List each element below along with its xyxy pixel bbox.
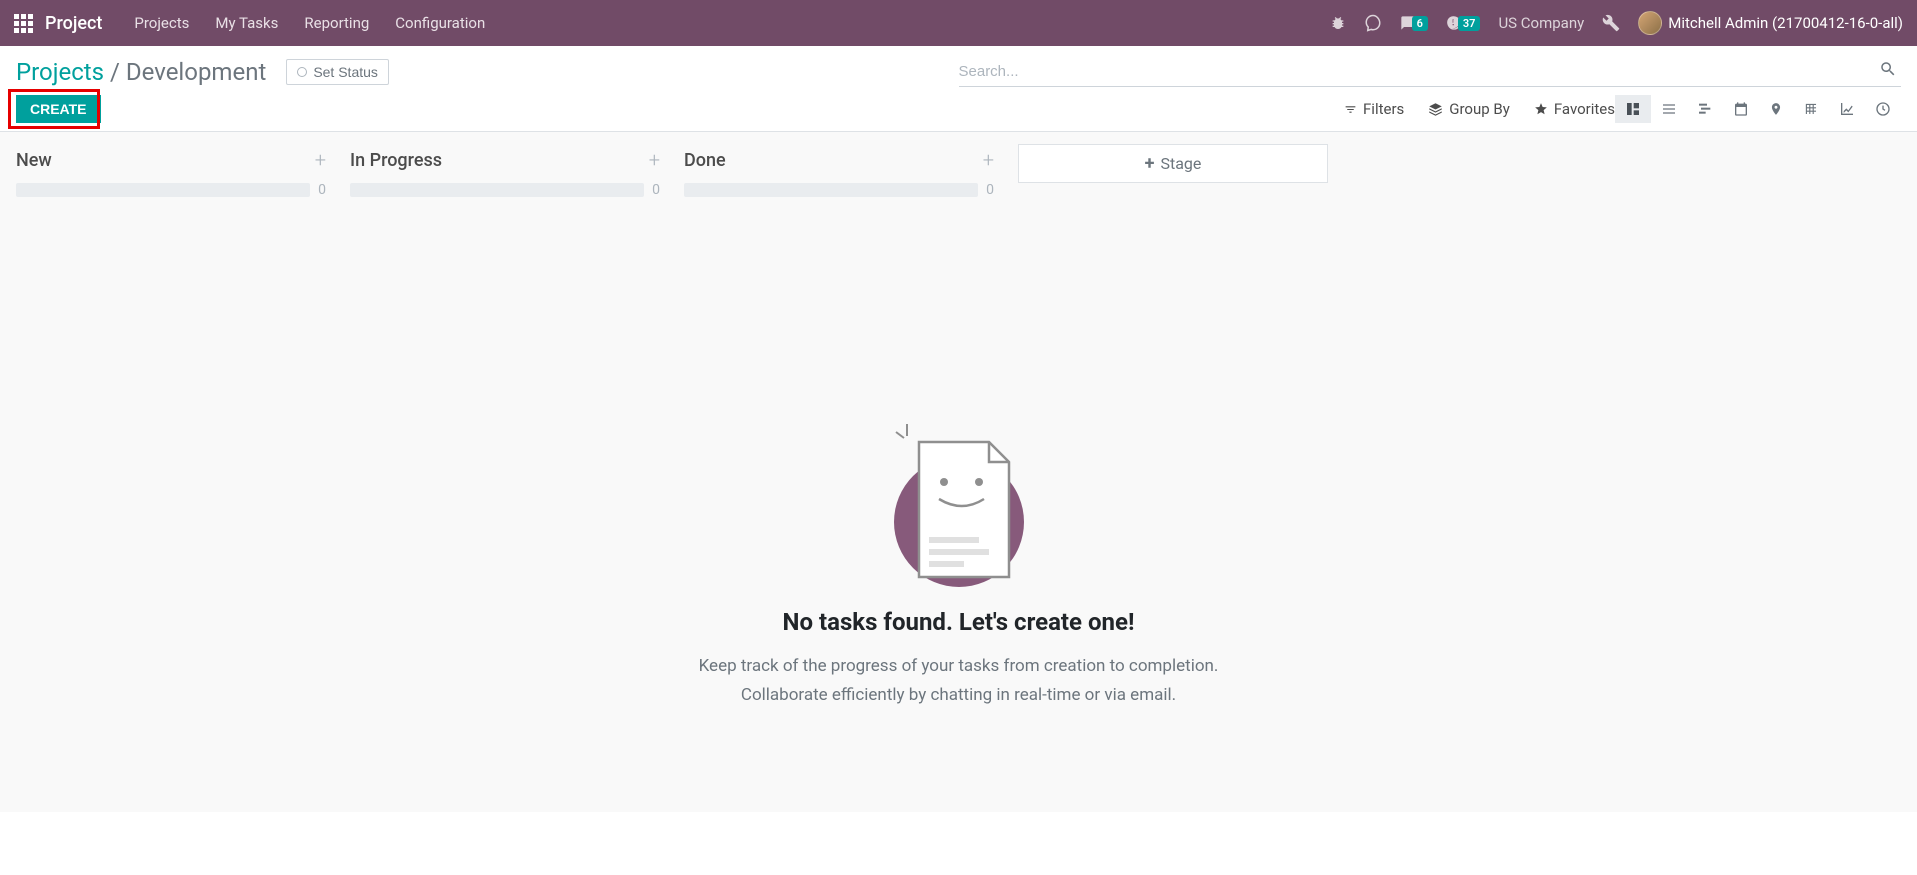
empty-description: Keep track of the progress of your tasks… bbox=[609, 652, 1309, 710]
view-calendar-icon[interactable] bbox=[1723, 95, 1759, 123]
control-panel: Projects / Development Set Status CREATE bbox=[0, 46, 1917, 132]
view-kanban-icon[interactable] bbox=[1615, 95, 1651, 123]
user-menu[interactable]: Mitchell Admin (21700412-16-0-all) bbox=[1638, 11, 1903, 35]
breadcrumb-current: Development bbox=[126, 58, 266, 86]
nav-menu: Projects My Tasks Reporting Configuratio… bbox=[134, 14, 485, 32]
empty-state: No tasks found. Let's create one! Keep t… bbox=[609, 422, 1309, 710]
search-bar bbox=[959, 56, 1902, 87]
company-selector[interactable]: US Company bbox=[1498, 14, 1584, 32]
messages-icon[interactable]: 6 bbox=[1400, 15, 1428, 31]
document-icon bbox=[914, 437, 1014, 582]
user-name: Mitchell Admin (21700412-16-0-all) bbox=[1668, 14, 1903, 32]
plus-icon: + bbox=[1145, 153, 1155, 174]
nav-my-tasks[interactable]: My Tasks bbox=[215, 14, 278, 32]
breadcrumb-projects[interactable]: Projects bbox=[16, 58, 104, 86]
top-navbar: Project Projects My Tasks Reporting Conf… bbox=[0, 0, 1917, 46]
debug-icon[interactable] bbox=[1330, 15, 1346, 31]
view-activity-icon[interactable] bbox=[1865, 95, 1901, 123]
create-button[interactable]: CREATE bbox=[16, 95, 101, 123]
breadcrumb: Projects / Development bbox=[16, 58, 266, 86]
column-count: 0 bbox=[652, 182, 660, 198]
column-add-icon[interactable]: + bbox=[649, 148, 660, 172]
kanban-column-in-progress: In Progress + 0 bbox=[350, 144, 660, 198]
view-gantt-icon[interactable] bbox=[1687, 95, 1723, 123]
app-name: Project bbox=[45, 13, 102, 34]
column-add-icon[interactable]: + bbox=[983, 148, 994, 172]
activities-badge: 37 bbox=[1458, 16, 1481, 31]
empty-illustration bbox=[874, 422, 1044, 592]
progress-bar bbox=[350, 183, 644, 197]
messages-badge: 6 bbox=[1412, 16, 1428, 31]
add-stage-button[interactable]: + Stage bbox=[1018, 144, 1328, 183]
empty-title: No tasks found. Let's create one! bbox=[609, 608, 1309, 636]
spark-icon bbox=[892, 422, 922, 452]
column-count: 0 bbox=[986, 182, 994, 198]
tools-icon[interactable] bbox=[1602, 14, 1620, 32]
nav-projects[interactable]: Projects bbox=[134, 14, 189, 32]
filters-button[interactable]: Filters bbox=[1344, 100, 1404, 118]
view-list-icon[interactable] bbox=[1651, 95, 1687, 123]
column-title[interactable]: New bbox=[16, 150, 52, 171]
nav-configuration[interactable]: Configuration bbox=[395, 14, 485, 32]
column-title[interactable]: Done bbox=[684, 150, 726, 171]
group-by-button[interactable]: Group By bbox=[1428, 100, 1510, 118]
status-circle-icon bbox=[297, 67, 307, 77]
apps-menu-icon[interactable] bbox=[14, 14, 33, 33]
nav-reporting[interactable]: Reporting bbox=[304, 14, 369, 32]
search-icon[interactable] bbox=[1875, 60, 1901, 82]
progress-bar bbox=[684, 183, 978, 197]
view-map-icon[interactable] bbox=[1759, 95, 1793, 123]
search-input[interactable] bbox=[959, 63, 1876, 80]
support-icon[interactable] bbox=[1364, 14, 1382, 32]
progress-bar bbox=[16, 183, 310, 197]
column-count: 0 bbox=[318, 182, 326, 198]
view-graph-icon[interactable] bbox=[1829, 95, 1865, 123]
kanban-column-done: Done + 0 bbox=[684, 144, 994, 198]
column-add-icon[interactable]: + bbox=[315, 148, 326, 172]
activities-icon[interactable]: 37 bbox=[1446, 15, 1481, 31]
set-status-button[interactable]: Set Status bbox=[286, 59, 389, 85]
favorites-button[interactable]: Favorites bbox=[1534, 100, 1615, 118]
avatar bbox=[1638, 11, 1662, 35]
column-title[interactable]: In Progress bbox=[350, 150, 442, 171]
kanban-column-new: New + 0 bbox=[16, 144, 326, 198]
view-pivot-icon[interactable] bbox=[1793, 95, 1829, 123]
